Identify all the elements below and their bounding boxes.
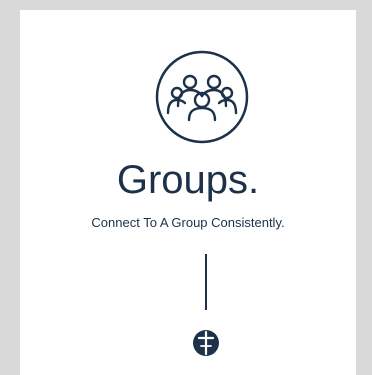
groups-icon [155, 50, 249, 144]
page-title: Groups. [116, 158, 260, 202]
divider [205, 254, 207, 310]
church-logo-icon [193, 330, 219, 356]
groups-card: Groups. Connect To A Group Consistently. [20, 10, 356, 375]
page-subtitle: Connect To A Group Consistently. [91, 215, 285, 230]
